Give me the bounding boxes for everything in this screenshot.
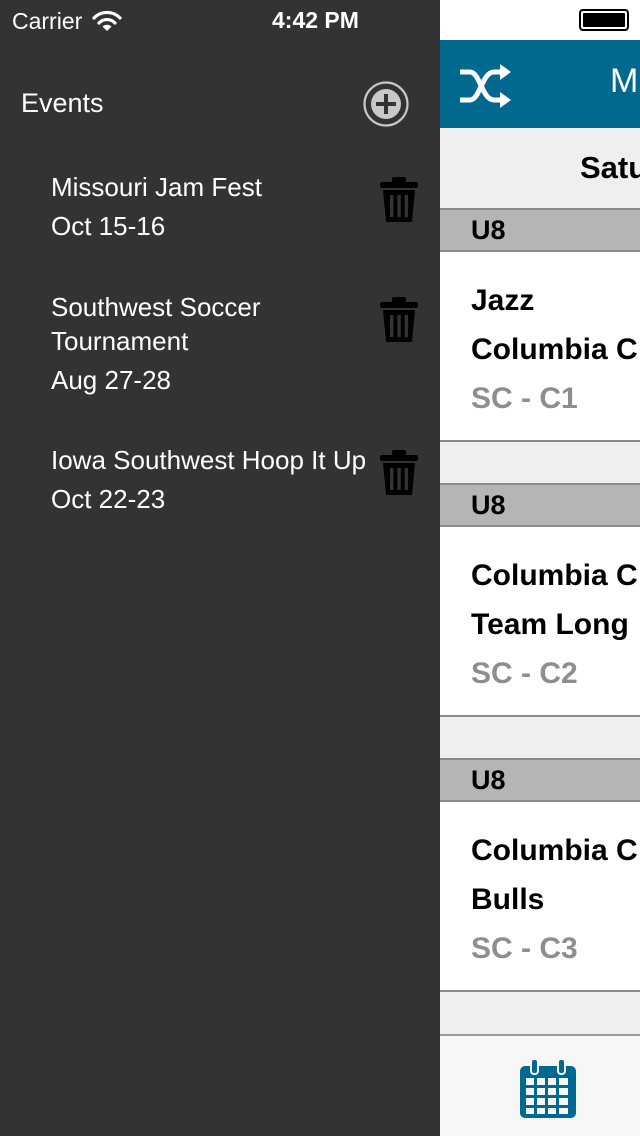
division-header: U8 (440, 483, 640, 527)
game-location: SC - C1 (471, 382, 578, 415)
events-title: Events (21, 88, 104, 118)
event-dates: Oct 22-23 (51, 484, 166, 514)
team-name: Jazz (471, 284, 535, 317)
team-name: Columbia C (471, 333, 638, 366)
division-label: U8 (471, 215, 506, 245)
section-gap (440, 992, 640, 1034)
section-gap (440, 442, 640, 483)
trash-icon[interactable] (378, 296, 420, 344)
team-name: Columbia C (471, 834, 638, 867)
game-card[interactable]: Columbia C Bulls SC - C3 (440, 802, 640, 992)
battery-icon (579, 9, 629, 31)
nav-bar: M (440, 40, 640, 128)
section-gap (440, 717, 640, 758)
day-header-label: Satu (580, 150, 640, 185)
event-dates: Oct 15-16 (51, 211, 166, 241)
team-name: Columbia C (471, 559, 638, 592)
event-name: Southwest Soccer Tournament (51, 292, 261, 356)
division-label: U8 (471, 490, 506, 520)
wifi-icon (92, 10, 122, 31)
event-dates: Aug 27-28 (51, 365, 171, 395)
trash-icon[interactable] (378, 449, 420, 497)
division-label: U8 (471, 765, 506, 795)
game-card[interactable]: Jazz Columbia C SC - C1 (440, 252, 640, 442)
event-item[interactable]: Missouri Jam Fest Oct 15-16 (51, 170, 371, 243)
event-item[interactable]: Iowa Southwest Hoop It Up Oct 22-23 (51, 443, 371, 516)
trash-icon[interactable] (378, 176, 420, 224)
status-time: 4:42 PM (272, 7, 359, 33)
side-drawer: Carrier 4:42 PM Events Missouri Jam Fest… (0, 0, 440, 1136)
game-location: SC - C3 (471, 932, 578, 965)
calendar-icon[interactable] (518, 1058, 578, 1120)
carrier-label: Carrier (12, 7, 83, 34)
event-item[interactable]: Southwest Soccer Tournament Aug 27-28 (51, 290, 371, 397)
tab-bar (440, 1034, 640, 1136)
nav-title: M (610, 62, 639, 100)
game-card[interactable]: Columbia C Team Long SC - C2 (440, 527, 640, 717)
team-name: Team Long (471, 608, 629, 641)
main-panel: M Satu U8 Jazz Columbia C SC - C1 U8 Col… (440, 0, 640, 1136)
event-name: Missouri Jam Fest (51, 172, 262, 202)
division-header: U8 (440, 208, 640, 252)
add-event-button[interactable] (362, 80, 410, 128)
shuffle-icon[interactable] (458, 64, 512, 108)
division-header: U8 (440, 758, 640, 802)
event-name: Iowa Southwest Hoop It Up (51, 445, 367, 475)
day-header: Satu (440, 128, 640, 210)
game-location: SC - C2 (471, 657, 578, 690)
status-bar-left: Carrier (12, 6, 122, 36)
team-name: Bulls (471, 883, 545, 916)
